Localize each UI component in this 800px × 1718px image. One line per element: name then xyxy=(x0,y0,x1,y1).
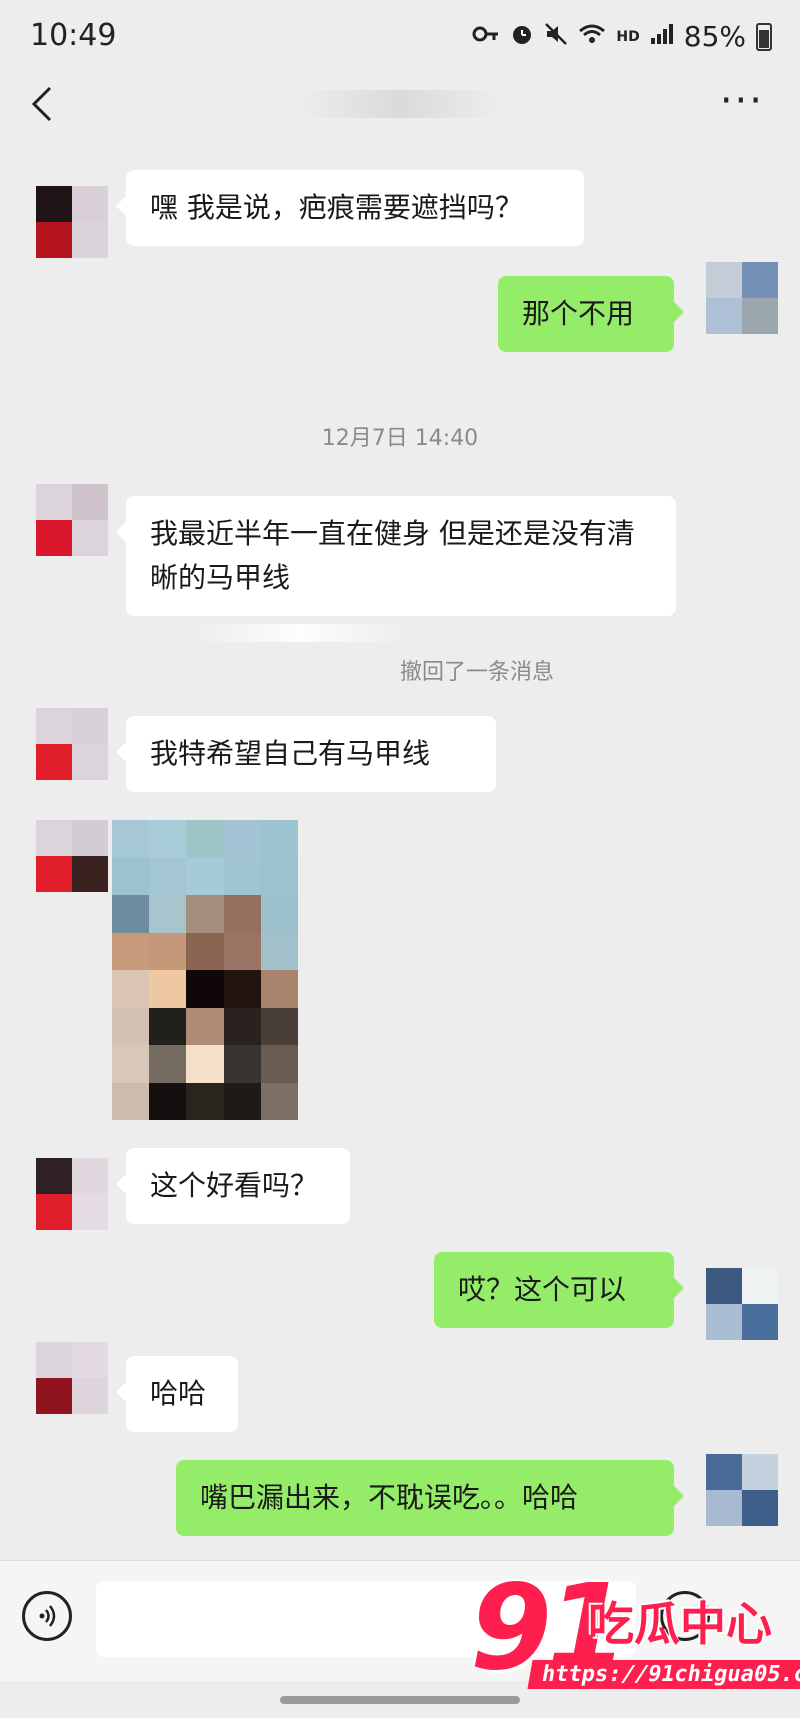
message-bubble-incoming[interactable]: 我特希望自己有马甲线 xyxy=(116,716,496,792)
avatar-self[interactable] xyxy=(706,262,778,334)
status-time: 10:49 xyxy=(30,18,117,53)
message-text: 我特希望自己有马甲线 xyxy=(150,737,431,770)
mute-icon xyxy=(544,22,568,52)
message-bubble-incoming[interactable]: 嘿 我是说，疤痕需要遮挡吗？ xyxy=(116,170,584,246)
avatar[interactable] xyxy=(36,820,108,892)
message-bubble-incoming[interactable]: 这个好看吗？ xyxy=(116,1148,350,1224)
chat-title-redacted xyxy=(300,90,500,118)
voice-input-button[interactable] xyxy=(22,1591,72,1641)
chevron-left-icon xyxy=(31,86,52,122)
battery-icon xyxy=(756,22,772,51)
chat-header: ··· xyxy=(0,72,800,136)
message-text: 我最近半年一直在健身 但是还是没有清晰的马甲线 xyxy=(150,517,635,594)
alarm-icon xyxy=(510,22,534,52)
home-indicator[interactable] xyxy=(280,1696,520,1704)
message-bubble-outgoing[interactable]: 哎？这个可以 xyxy=(434,1252,684,1328)
site-watermark: 91 吃瓜中心 https://91chigua05.com xyxy=(470,1558,800,1708)
voice-icon xyxy=(39,1605,56,1627)
blurred-area xyxy=(190,624,410,642)
chat-screen: 10:49 HD 85% ··· 嘿 我是说，疤痕需要遮挡吗？ 那个不用 12月… xyxy=(0,0,800,1718)
more-options-button[interactable]: ··· xyxy=(720,78,764,124)
avatar[interactable] xyxy=(36,1342,108,1414)
message-text: 嘿 我是说，疤痕需要遮挡吗？ xyxy=(150,191,523,224)
avatar[interactable] xyxy=(36,708,108,780)
avatar[interactable] xyxy=(36,1158,108,1230)
avatar[interactable] xyxy=(36,186,108,258)
message-text: 哈哈 xyxy=(150,1377,207,1410)
wifi-icon xyxy=(578,23,606,51)
message-bubble-outgoing[interactable]: 嘴巴漏出来，不耽误吃。。哈哈 xyxy=(176,1460,684,1536)
back-button[interactable] xyxy=(30,84,54,131)
message-bubble-incoming[interactable]: 哈哈 xyxy=(116,1356,238,1432)
watermark-url: https://91chigua05.com xyxy=(527,1660,800,1689)
avatar-self[interactable] xyxy=(706,1268,778,1340)
avatar[interactable] xyxy=(36,484,108,556)
avatar-self[interactable] xyxy=(706,1454,778,1526)
status-bar: 10:49 HD 85% xyxy=(0,0,800,72)
image-message[interactable] xyxy=(112,820,298,1120)
message-bubble-incoming[interactable]: 我最近半年一直在健身 但是还是没有清晰的马甲线 xyxy=(116,496,676,616)
message-text: 那个不用 xyxy=(522,297,635,330)
key-icon xyxy=(472,23,500,51)
chat-timestamp: 12月7日 14:40 xyxy=(321,426,479,451)
recalled-message-notice: 撤回了一条消息 xyxy=(400,660,555,685)
message-bubble-outgoing[interactable]: 那个不用 xyxy=(498,276,684,352)
signal-icon xyxy=(650,23,674,51)
watermark-brand: 吃瓜中心 xyxy=(588,1597,772,1651)
message-text: 哎？这个可以 xyxy=(458,1273,627,1306)
message-text: 这个好看吗？ xyxy=(150,1169,319,1202)
hd-icon: HD xyxy=(616,28,640,45)
status-icons: HD 85% xyxy=(472,20,772,53)
message-text: 嘴巴漏出来，不耽误吃。。哈哈 xyxy=(200,1481,579,1514)
battery-percent: 85% xyxy=(683,20,746,53)
